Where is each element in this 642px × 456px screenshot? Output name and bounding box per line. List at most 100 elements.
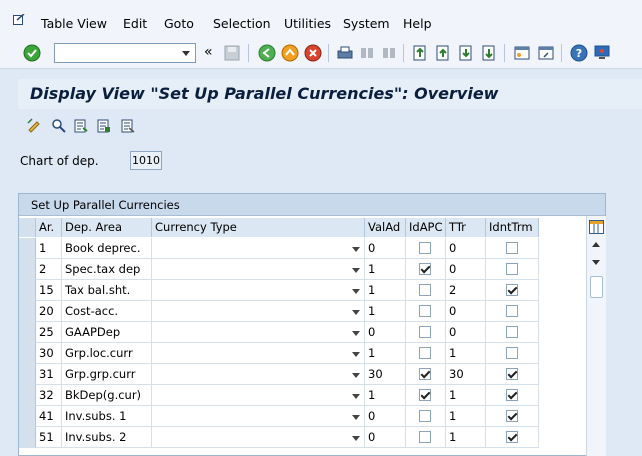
exit-icon[interactable] — [281, 44, 299, 62]
cell-ttr[interactable]: 0 — [446, 301, 486, 322]
menu-utilities[interactable]: Utilities — [284, 16, 331, 31]
row-selector[interactable] — [19, 406, 36, 427]
idapc-checkbox[interactable] — [419, 431, 431, 443]
cell-currency-type[interactable] — [152, 343, 365, 364]
idnttrm-checkbox[interactable] — [506, 347, 518, 359]
row-selector[interactable] — [19, 343, 36, 364]
menu-edit[interactable]: Edit — [123, 16, 147, 31]
chevron-down-icon[interactable] — [352, 415, 360, 420]
vertical-scrollbar[interactable] — [586, 216, 606, 456]
cell-dep-area[interactable]: Cost-acc. — [62, 301, 152, 322]
idapc-checkbox[interactable] — [419, 410, 431, 422]
menu-icon[interactable] — [13, 14, 25, 25]
scroll-down-icon[interactable] — [592, 260, 600, 265]
idnttrm-checkbox[interactable] — [506, 305, 518, 317]
cell-dep-area[interactable]: Tax bal.sht. — [62, 280, 152, 301]
cell-ttr[interactable]: 2 — [446, 280, 486, 301]
cell-valad[interactable]: 1 — [365, 259, 406, 280]
cell-valad[interactable]: 0 — [365, 322, 406, 343]
idapc-checkbox[interactable] — [419, 368, 431, 380]
first-page-icon[interactable] — [411, 44, 429, 62]
chevron-down-icon[interactable] — [352, 247, 360, 252]
cell-currency-type[interactable] — [152, 406, 365, 427]
menu-selection[interactable]: Selection — [213, 16, 271, 31]
row-selector[interactable] — [19, 364, 36, 385]
cell-valad[interactable]: 30 — [365, 364, 406, 385]
cell-currency-type[interactable] — [152, 385, 365, 406]
shortcut-icon[interactable] — [537, 44, 555, 62]
cell-ttr[interactable]: 30 — [446, 364, 486, 385]
cell-dep-area[interactable]: Book deprec. — [62, 238, 152, 259]
cell-ttr[interactable]: 1 — [446, 427, 486, 448]
cell-currency-type[interactable] — [152, 301, 365, 322]
cell-ttr[interactable]: 1 — [446, 385, 486, 406]
idapc-checkbox[interactable] — [419, 347, 431, 359]
find-next-icon[interactable] — [380, 44, 398, 62]
details-icon[interactable] — [51, 118, 66, 134]
chevron-down-icon[interactable] — [352, 394, 360, 399]
cell-valad[interactable]: 0 — [365, 238, 406, 259]
idapc-checkbox[interactable] — [419, 326, 431, 338]
cell-dep-area[interactable]: Inv.subs. 2 — [62, 427, 152, 448]
cell-ttr[interactable]: 1 — [446, 406, 486, 427]
menu-system[interactable]: System — [343, 16, 390, 31]
idapc-checkbox[interactable] — [419, 284, 431, 296]
undo-icon[interactable] — [120, 118, 135, 134]
chevron-down-icon[interactable] — [352, 310, 360, 315]
cell-ttr[interactable]: 0 — [446, 322, 486, 343]
cell-ttr[interactable]: 0 — [446, 259, 486, 280]
last-page-icon[interactable] — [480, 44, 498, 62]
cell-ar[interactable]: 30 — [36, 343, 62, 364]
idnttrm-checkbox[interactable] — [506, 410, 518, 422]
cell-ar[interactable]: 31 — [36, 364, 62, 385]
cell-currency-type[interactable] — [152, 259, 365, 280]
cell-ar[interactable]: 51 — [36, 427, 62, 448]
row-selector[interactable] — [19, 322, 36, 343]
menu-table-view[interactable]: Table View — [41, 16, 107, 31]
row-selector[interactable] — [19, 280, 36, 301]
cell-dep-area[interactable]: Inv.subs. 1 — [62, 406, 152, 427]
idapc-checkbox[interactable] — [419, 263, 431, 275]
cell-currency-type[interactable] — [152, 280, 365, 301]
cell-valad[interactable]: 1 — [365, 385, 406, 406]
cell-dep-area[interactable]: GAAPDep — [62, 322, 152, 343]
cell-currency-type[interactable] — [152, 427, 365, 448]
cell-ar[interactable]: 20 — [36, 301, 62, 322]
print-icon[interactable] — [336, 44, 354, 62]
command-field[interactable] — [54, 43, 196, 63]
row-selector[interactable] — [19, 385, 36, 406]
select-all-column[interactable] — [19, 218, 36, 237]
prev-page-icon[interactable] — [434, 44, 452, 62]
cell-dep-area[interactable]: Grp.grp.curr — [62, 364, 152, 385]
customize-icon[interactable] — [593, 44, 611, 62]
copy-icon[interactable] — [73, 118, 88, 134]
idnttrm-checkbox[interactable] — [506, 368, 518, 380]
row-selector[interactable] — [19, 238, 36, 259]
idnttrm-checkbox[interactable] — [506, 263, 518, 275]
column-header-ar[interactable]: Ar. — [36, 218, 62, 237]
row-selector[interactable] — [19, 427, 36, 448]
cell-currency-type[interactable] — [152, 238, 365, 259]
cell-valad[interactable]: 0 — [365, 427, 406, 448]
scroll-up-icon[interactable] — [592, 242, 600, 247]
column-header-valad[interactable]: ValAd — [365, 218, 406, 237]
cell-dep-area[interactable]: BkDep(g.cur) — [62, 385, 152, 406]
column-header-idapc[interactable]: IdAPC — [406, 218, 446, 237]
table-settings-icon[interactable] — [589, 220, 604, 234]
chevron-down-icon[interactable] — [352, 352, 360, 357]
idapc-checkbox[interactable] — [419, 242, 431, 254]
idnttrm-checkbox[interactable] — [506, 242, 518, 254]
cell-ttr[interactable]: 1 — [446, 343, 486, 364]
cell-ar[interactable]: 32 — [36, 385, 62, 406]
enter-icon[interactable] — [23, 44, 41, 62]
column-header-dep-area[interactable]: Dep. Area — [62, 218, 152, 237]
idapc-checkbox[interactable] — [419, 389, 431, 401]
cell-currency-type[interactable] — [152, 364, 365, 385]
chevron-down-icon[interactable] — [352, 289, 360, 294]
chevron-down-icon[interactable] — [352, 373, 360, 378]
menu-help[interactable]: Help — [403, 16, 432, 31]
idnttrm-checkbox[interactable] — [506, 389, 518, 401]
chevron-down-icon[interactable] — [352, 331, 360, 336]
cell-currency-type[interactable] — [152, 322, 365, 343]
row-selector[interactable] — [19, 301, 36, 322]
